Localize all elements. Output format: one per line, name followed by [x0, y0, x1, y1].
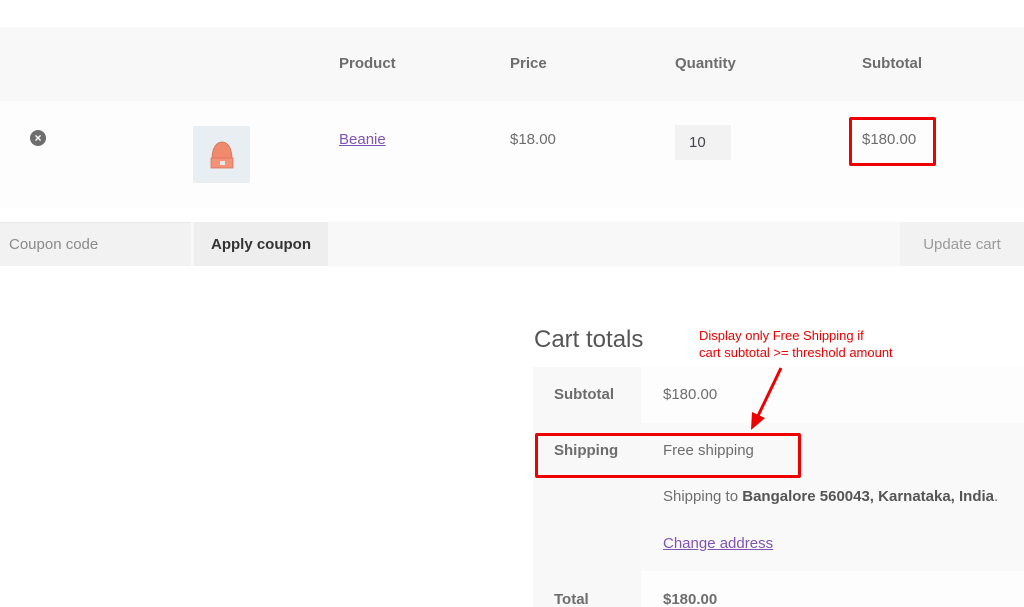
cart-page: Product Price Quantity Subtotal × Beanie…: [0, 0, 1024, 607]
annotation-arrow-icon: [751, 367, 783, 430]
